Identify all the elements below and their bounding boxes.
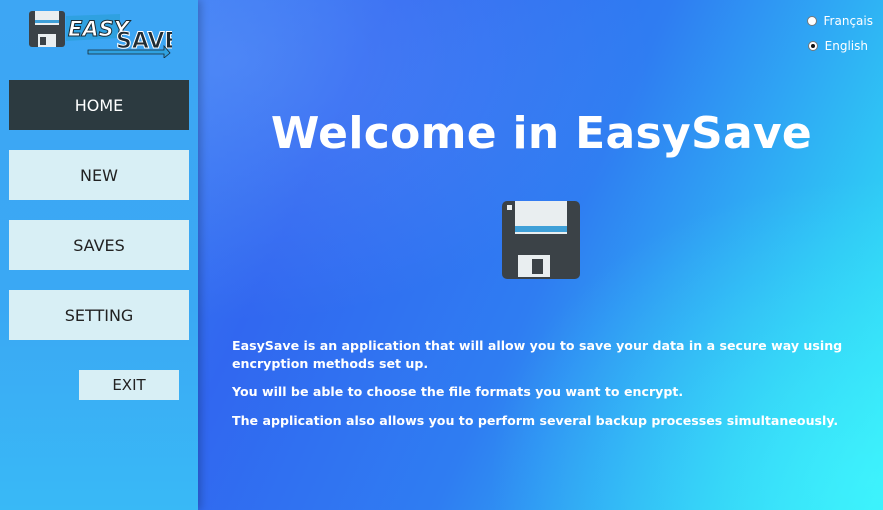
sidebar: EASY SAVE HOME NEW SAVES SETTING EXIT — [0, 0, 198, 510]
nav-home-button[interactable]: HOME — [9, 80, 189, 130]
exit-label: EXIT — [112, 376, 146, 394]
description-paragraph-1: EasySave is an application that will all… — [232, 338, 843, 371]
language-option-francais[interactable]: Français — [806, 14, 873, 28]
nav-new-label: NEW — [80, 165, 118, 185]
radio-english[interactable] — [807, 41, 818, 51]
nav-home-label: HOME — [74, 95, 124, 115]
nav-setting-button[interactable]: SETTING — [9, 290, 189, 340]
app-logo: EASY SAVE — [29, 11, 172, 58]
description-paragraph-2: You will be able to choose the file form… — [232, 384, 684, 399]
nav-saves-button[interactable]: SAVES — [9, 220, 189, 270]
floppy-disk-logo-icon — [29, 11, 65, 47]
exit-button[interactable]: EXIT — [79, 370, 179, 400]
nav-setting-label: SETTING — [64, 305, 134, 325]
page-title: Welcome in EasySave — [270, 108, 813, 159]
description-paragraph-3: The application also allows you to perfo… — [232, 413, 839, 428]
radio-francais[interactable] — [806, 16, 817, 26]
language-label-english: English — [824, 39, 868, 53]
nav-new-button[interactable]: NEW — [9, 150, 189, 200]
language-label-francais: Français — [823, 14, 873, 28]
floppy-disk-icon — [502, 201, 580, 279]
language-option-english[interactable]: English — [807, 39, 868, 53]
nav-saves-label: SAVES — [73, 235, 125, 255]
